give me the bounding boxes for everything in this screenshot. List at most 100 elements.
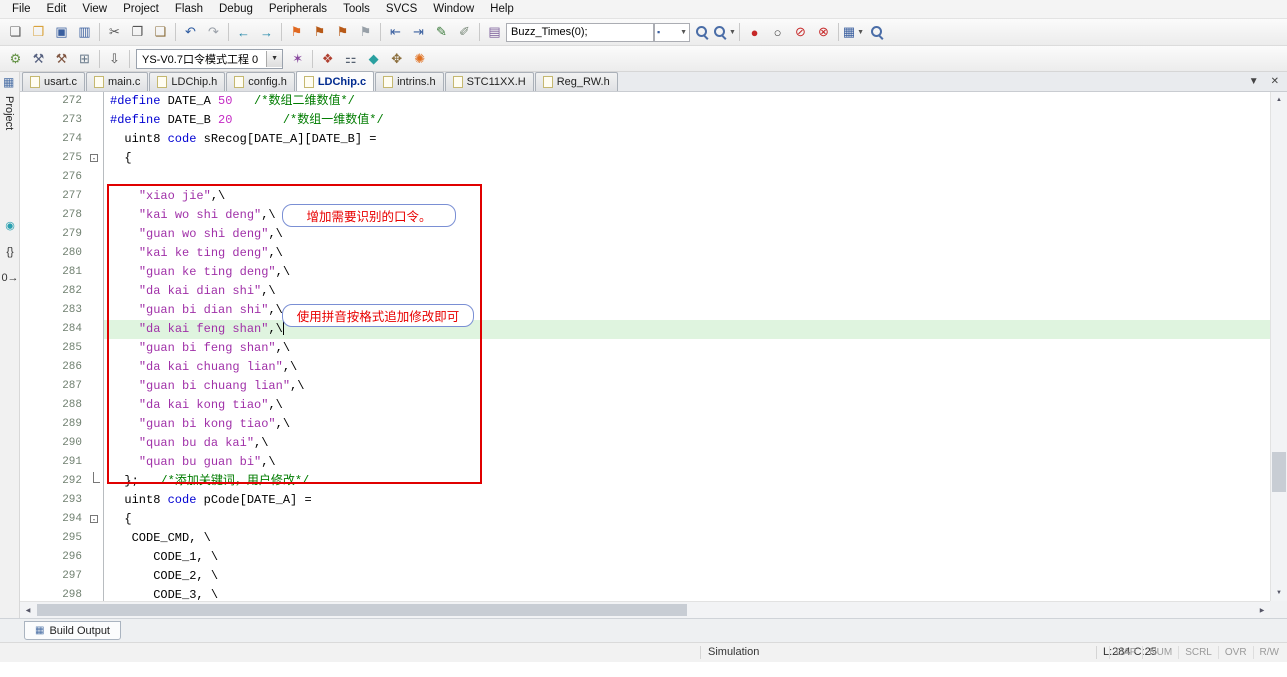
code-text[interactable]: "guan bi chuang lian",\ [104, 377, 1270, 396]
code-text[interactable]: "xiao jie",\ [104, 187, 1270, 206]
memory-windows-icon[interactable]: ▦ ▼ [842, 22, 865, 42]
disable-all-breakpoints-icon[interactable]: ⊘ [789, 22, 812, 42]
scroll-left-icon[interactable]: ◀ [20, 602, 36, 618]
bookmark-prev-icon[interactable]: ⚑ [308, 22, 331, 42]
find-in-files-icon[interactable] [690, 22, 713, 42]
redo-icon[interactable]: ↷ [202, 22, 225, 42]
bookmark-next-icon[interactable]: ⚑ [331, 22, 354, 42]
code-text[interactable]: "guan wo shi deng",\ [104, 225, 1270, 244]
fold-margin[interactable]: - [88, 510, 104, 529]
outdent-icon[interactable]: ⇤ [384, 22, 407, 42]
translate-file-icon[interactable]: ⚙ [4, 49, 27, 69]
code-line-289[interactable]: 289 "guan bi kong tiao",\ [20, 415, 1270, 434]
code-text[interactable]: { [104, 149, 1270, 168]
navigate-back-icon[interactable]: ← [232, 22, 255, 42]
chevron-down-icon[interactable]: ▼ [266, 50, 283, 67]
code-line-282[interactable]: 282 "da kai dian shi",\ [20, 282, 1270, 301]
menu-debug[interactable]: Debug [211, 1, 261, 17]
code-line-293[interactable]: 293 uint8 code pCode[DATE_A] = [20, 491, 1270, 510]
scroll-right-icon[interactable]: ▶ [1254, 602, 1270, 618]
find-text-field[interactable]: Buzz_Times(0); [506, 22, 654, 42]
tab-intrins-h[interactable]: intrins.h [375, 72, 444, 91]
code-text[interactable]: CODE_3, \ [104, 586, 1270, 601]
code-text[interactable]: uint8 code pCode[DATE_A] = [104, 491, 1270, 510]
manage-project-items-icon[interactable]: ❖ [316, 49, 339, 69]
code-text[interactable]: "kai wo shi deng",\ [104, 206, 1270, 225]
bookmark-toggle-icon[interactable]: ⚑ [285, 22, 308, 42]
code-line-285[interactable]: 285 "guan bi feng shan",\ [20, 339, 1270, 358]
code-text[interactable] [104, 168, 1270, 187]
code-text[interactable]: CODE_2, \ [104, 567, 1270, 586]
tab-ldchip-h[interactable]: LDChip.h [149, 72, 226, 91]
books-icon[interactable]: ◉ [5, 220, 15, 233]
code-line-292[interactable]: 292 }; /*添加关键词，用户修改*/ [20, 472, 1270, 491]
code-line-273[interactable]: 273 #define DATE_B 20 /*数组一维数值*/ [20, 111, 1270, 130]
tab-usart-c[interactable]: usart.c [22, 72, 86, 91]
scroll-up-icon[interactable]: ▲ [1271, 92, 1287, 108]
menu-window[interactable]: Window [425, 1, 482, 17]
tab-reg-rw-h[interactable]: Reg_RW.h [534, 72, 618, 91]
menu-tools[interactable]: Tools [335, 1, 378, 17]
save-icon[interactable]: ▣ [50, 22, 73, 42]
code-text[interactable]: { [104, 510, 1270, 529]
code-text[interactable]: "da kai feng shan",\ [104, 320, 1270, 339]
menu-flash[interactable]: Flash [167, 1, 211, 17]
project-dock-label[interactable]: Project [3, 96, 15, 130]
tab-close-icon[interactable]: ✕ [1271, 76, 1279, 87]
scroll-down-icon[interactable]: ▼ [1271, 585, 1287, 601]
open-folder-icon[interactable]: ❒ [27, 22, 50, 42]
code-text[interactable]: uint8 code sRecog[DATE_A][DATE_B] = [104, 130, 1270, 149]
kill-all-breakpoints-icon[interactable]: ⊗ [812, 22, 835, 42]
code-line-294[interactable]: 294- { [20, 510, 1270, 529]
fold-collapse-icon[interactable]: - [90, 515, 98, 524]
code-editor[interactable]: 272 #define DATE_A 50 /*数组二维数值*/ 273 #defin… [20, 92, 1287, 618]
code-line-284[interactable]: 284 "da kai feng shan",\ [20, 320, 1270, 339]
code-text[interactable]: "quan bu guan bi",\ [104, 453, 1270, 472]
code-text[interactable]: "kai ke ting deng",\ [104, 244, 1270, 263]
code-text[interactable]: "guan bi kong tiao",\ [104, 415, 1270, 434]
code-line-287[interactable]: 287 "guan bi chuang lian",\ [20, 377, 1270, 396]
tab-main-c[interactable]: main.c [86, 72, 149, 91]
code-line-274[interactable]: 274 uint8 code sRecog[DATE_A][DATE_B] = [20, 130, 1270, 149]
code-text[interactable]: CODE_CMD, \ [104, 529, 1270, 548]
code-text[interactable]: #define DATE_B 20 /*数组一维数值*/ [104, 111, 1270, 130]
code-text[interactable]: CODE_1, \ [104, 548, 1270, 567]
code-lines[interactable]: 272 #define DATE_A 50 /*数组二维数值*/ 273 #defin… [20, 92, 1270, 601]
functions-window-icon[interactable]: ✥ [385, 49, 408, 69]
code-text[interactable]: "guan bi dian shi",\ [104, 301, 1270, 320]
new-file-icon[interactable]: ❏ [4, 22, 27, 42]
code-line-277[interactable]: 277 "xiao jie",\ [20, 187, 1270, 206]
code-line-288[interactable]: 288 "da kai kong tiao",\ [20, 396, 1270, 415]
paste-icon[interactable]: ❑ [149, 22, 172, 42]
batch-build-icon[interactable]: ⊞ [73, 49, 96, 69]
save-all-icon[interactable]: ▥ [73, 22, 96, 42]
target-select[interactable]: YS-V0.7口令模式工程 0 ▼ [136, 48, 284, 69]
fold-margin[interactable]: - [88, 149, 104, 168]
cut-icon[interactable]: ✂ [103, 22, 126, 42]
code-text[interactable]: "guan bi feng shan",\ [104, 339, 1270, 358]
pack-installer-icon[interactable]: ✺ [408, 49, 431, 69]
code-line-279[interactable]: 279 "guan wo shi deng",\ [20, 225, 1270, 244]
build-icon[interactable]: ⚒ [27, 49, 50, 69]
menu-view[interactable]: View [74, 1, 115, 17]
code-line-281[interactable]: 281 "guan ke ting deng",\ [20, 263, 1270, 282]
code-line-291[interactable]: 291 "quan bu guan bi",\ [20, 453, 1270, 472]
find-scope-combo[interactable]: ▪ ▼ [654, 22, 690, 42]
code-text[interactable]: "da kai chuang lian",\ [104, 358, 1270, 377]
tab-config-h[interactable]: config.h [226, 72, 295, 91]
enable-breakpoint-icon[interactable]: ○ [766, 22, 789, 42]
navigate-forward-icon[interactable]: → [255, 22, 278, 42]
project-pane-icon[interactable]: ▦ [3, 75, 14, 89]
code-line-296[interactable]: 296 CODE_1, \ [20, 548, 1270, 567]
code-line-297[interactable]: 297 CODE_2, \ [20, 567, 1270, 586]
file-extensions-icon[interactable]: ⚏ [339, 49, 362, 69]
code-line-298[interactable]: 298 CODE_3, \ [20, 586, 1270, 601]
options-for-target-icon[interactable]: ✶ [286, 49, 309, 69]
copy-icon[interactable]: ❐ [126, 22, 149, 42]
horizontal-scrollbar[interactable]: ◀ ▶ [20, 601, 1270, 618]
code-text[interactable]: "guan ke ting deng",\ [104, 263, 1270, 282]
menu-edit[interactable]: Edit [39, 1, 75, 17]
bookmark-clear-icon[interactable]: ⚑ [354, 22, 377, 42]
books-window-icon[interactable]: ◆ [362, 49, 385, 69]
code-line-295[interactable]: 295 CODE_CMD, \ [20, 529, 1270, 548]
